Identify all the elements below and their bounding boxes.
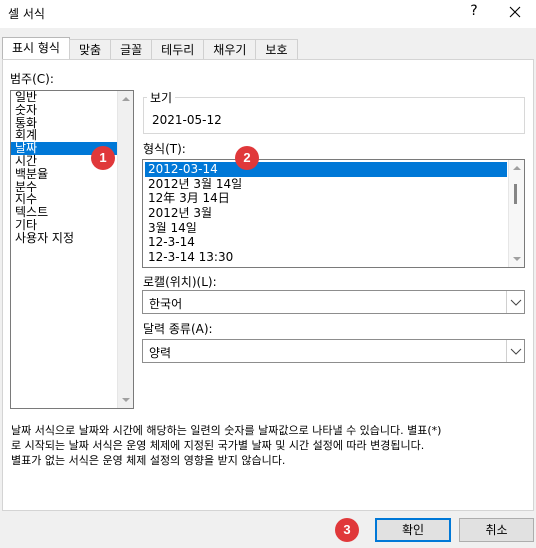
category-scrollbar[interactable] (117, 91, 133, 408)
calendar-select[interactable]: 양력 (142, 339, 525, 363)
scroll-thumb[interactable] (514, 184, 517, 204)
preview-value: 2021-05-12 (152, 113, 222, 127)
tab-fill[interactable]: 채우기 (203, 39, 257, 60)
category-item-percentage[interactable]: 백분율 (11, 167, 133, 181)
tab-strip: 표시 형식 맞춤 글꼴 테두리 채우기 보호 (2, 37, 298, 60)
scroll-up-icon[interactable] (513, 166, 521, 170)
format-item[interactable]: 2012년 3월 (143, 206, 524, 221)
tab-alignment[interactable]: 맞춤 (68, 39, 112, 60)
chevron-down-icon (510, 348, 522, 355)
category-label: 범주(C): (10, 72, 54, 86)
category-item-custom[interactable]: 사용자 지정 (11, 231, 133, 245)
calendar-label: 달력 종류(A): (143, 322, 213, 336)
format-item[interactable]: 12-3-14 13:30 (143, 250, 524, 265)
close-icon (509, 6, 521, 18)
description-line: 별표가 없는 서식은 운영 체제 설정의 영향을 받지 않습니다. (11, 454, 286, 467)
format-description: 날짜 서식으로 날짜와 시간에 해당하는 일련의 숫자를 날짜값으로 나타낼 수… (11, 423, 526, 468)
cancel-button[interactable]: 취소 (459, 518, 534, 542)
scroll-up-icon[interactable] (122, 97, 130, 101)
description-line: 날짜 서식으로 날짜와 시간에 해당하는 일련의 숫자를 날짜값으로 나타낼 수… (11, 424, 442, 437)
category-list[interactable]: 일반 숫자 통화 회계 날짜 시간 백분율 분수 지수 텍스트 기타 사용자 지… (10, 90, 134, 409)
locale-select[interactable]: 한국어 (142, 290, 525, 314)
help-button[interactable]: ? (466, 3, 482, 19)
format-item[interactable]: 2012-03-14 (145, 162, 507, 177)
calendar-dropdown[interactable] (506, 340, 524, 362)
locale-value: 한국어 (149, 297, 183, 311)
annotation-badge: 1 (91, 146, 115, 170)
format-item[interactable]: 12年 3月 14日 (143, 191, 524, 206)
description-line: 로 시작되는 날짜 서식은 운영 체제에 지정된 국가별 날짜 및 시간 설정에… (11, 439, 425, 452)
format-item[interactable]: 2012년 3월 14일 (143, 177, 524, 192)
ok-button[interactable]: 확인 (375, 518, 451, 542)
category-item-number[interactable]: 숫자 (11, 103, 133, 117)
format-item[interactable]: 12-3-14 (143, 235, 524, 250)
tab-protection[interactable]: 보호 (255, 39, 298, 60)
scroll-down-icon[interactable] (513, 257, 521, 261)
scroll-down-icon[interactable] (122, 398, 130, 402)
format-item[interactable]: 3월 14일 (143, 221, 524, 236)
dialog-title: 셀 서식 (8, 7, 45, 21)
tab-font[interactable]: 글꼴 (110, 39, 153, 60)
format-list[interactable]: 2012-03-14 2012년 3월 14일 12年 3月 14日 2012년… (142, 159, 525, 268)
annotation-badge: 2 (235, 146, 259, 170)
annotation-badge: 3 (335, 518, 359, 542)
tab-number[interactable]: 표시 형식 (2, 37, 70, 60)
title-bar: 셀 서식 ? (0, 0, 536, 28)
locale-label: 로캘(위치)(L): (143, 275, 217, 289)
locale-dropdown[interactable] (506, 291, 524, 313)
format-scrollbar[interactable] (508, 160, 524, 267)
preview-label: 보기 (147, 89, 176, 106)
format-label: 형식(T): (143, 142, 186, 156)
calendar-value: 양력 (149, 346, 172, 360)
category-item-special[interactable]: 기타 (11, 219, 133, 232)
tab-border[interactable]: 테두리 (151, 39, 205, 60)
chevron-down-icon (510, 299, 522, 306)
close-button[interactable] (505, 2, 525, 22)
category-item-general[interactable]: 일반 (11, 91, 133, 104)
